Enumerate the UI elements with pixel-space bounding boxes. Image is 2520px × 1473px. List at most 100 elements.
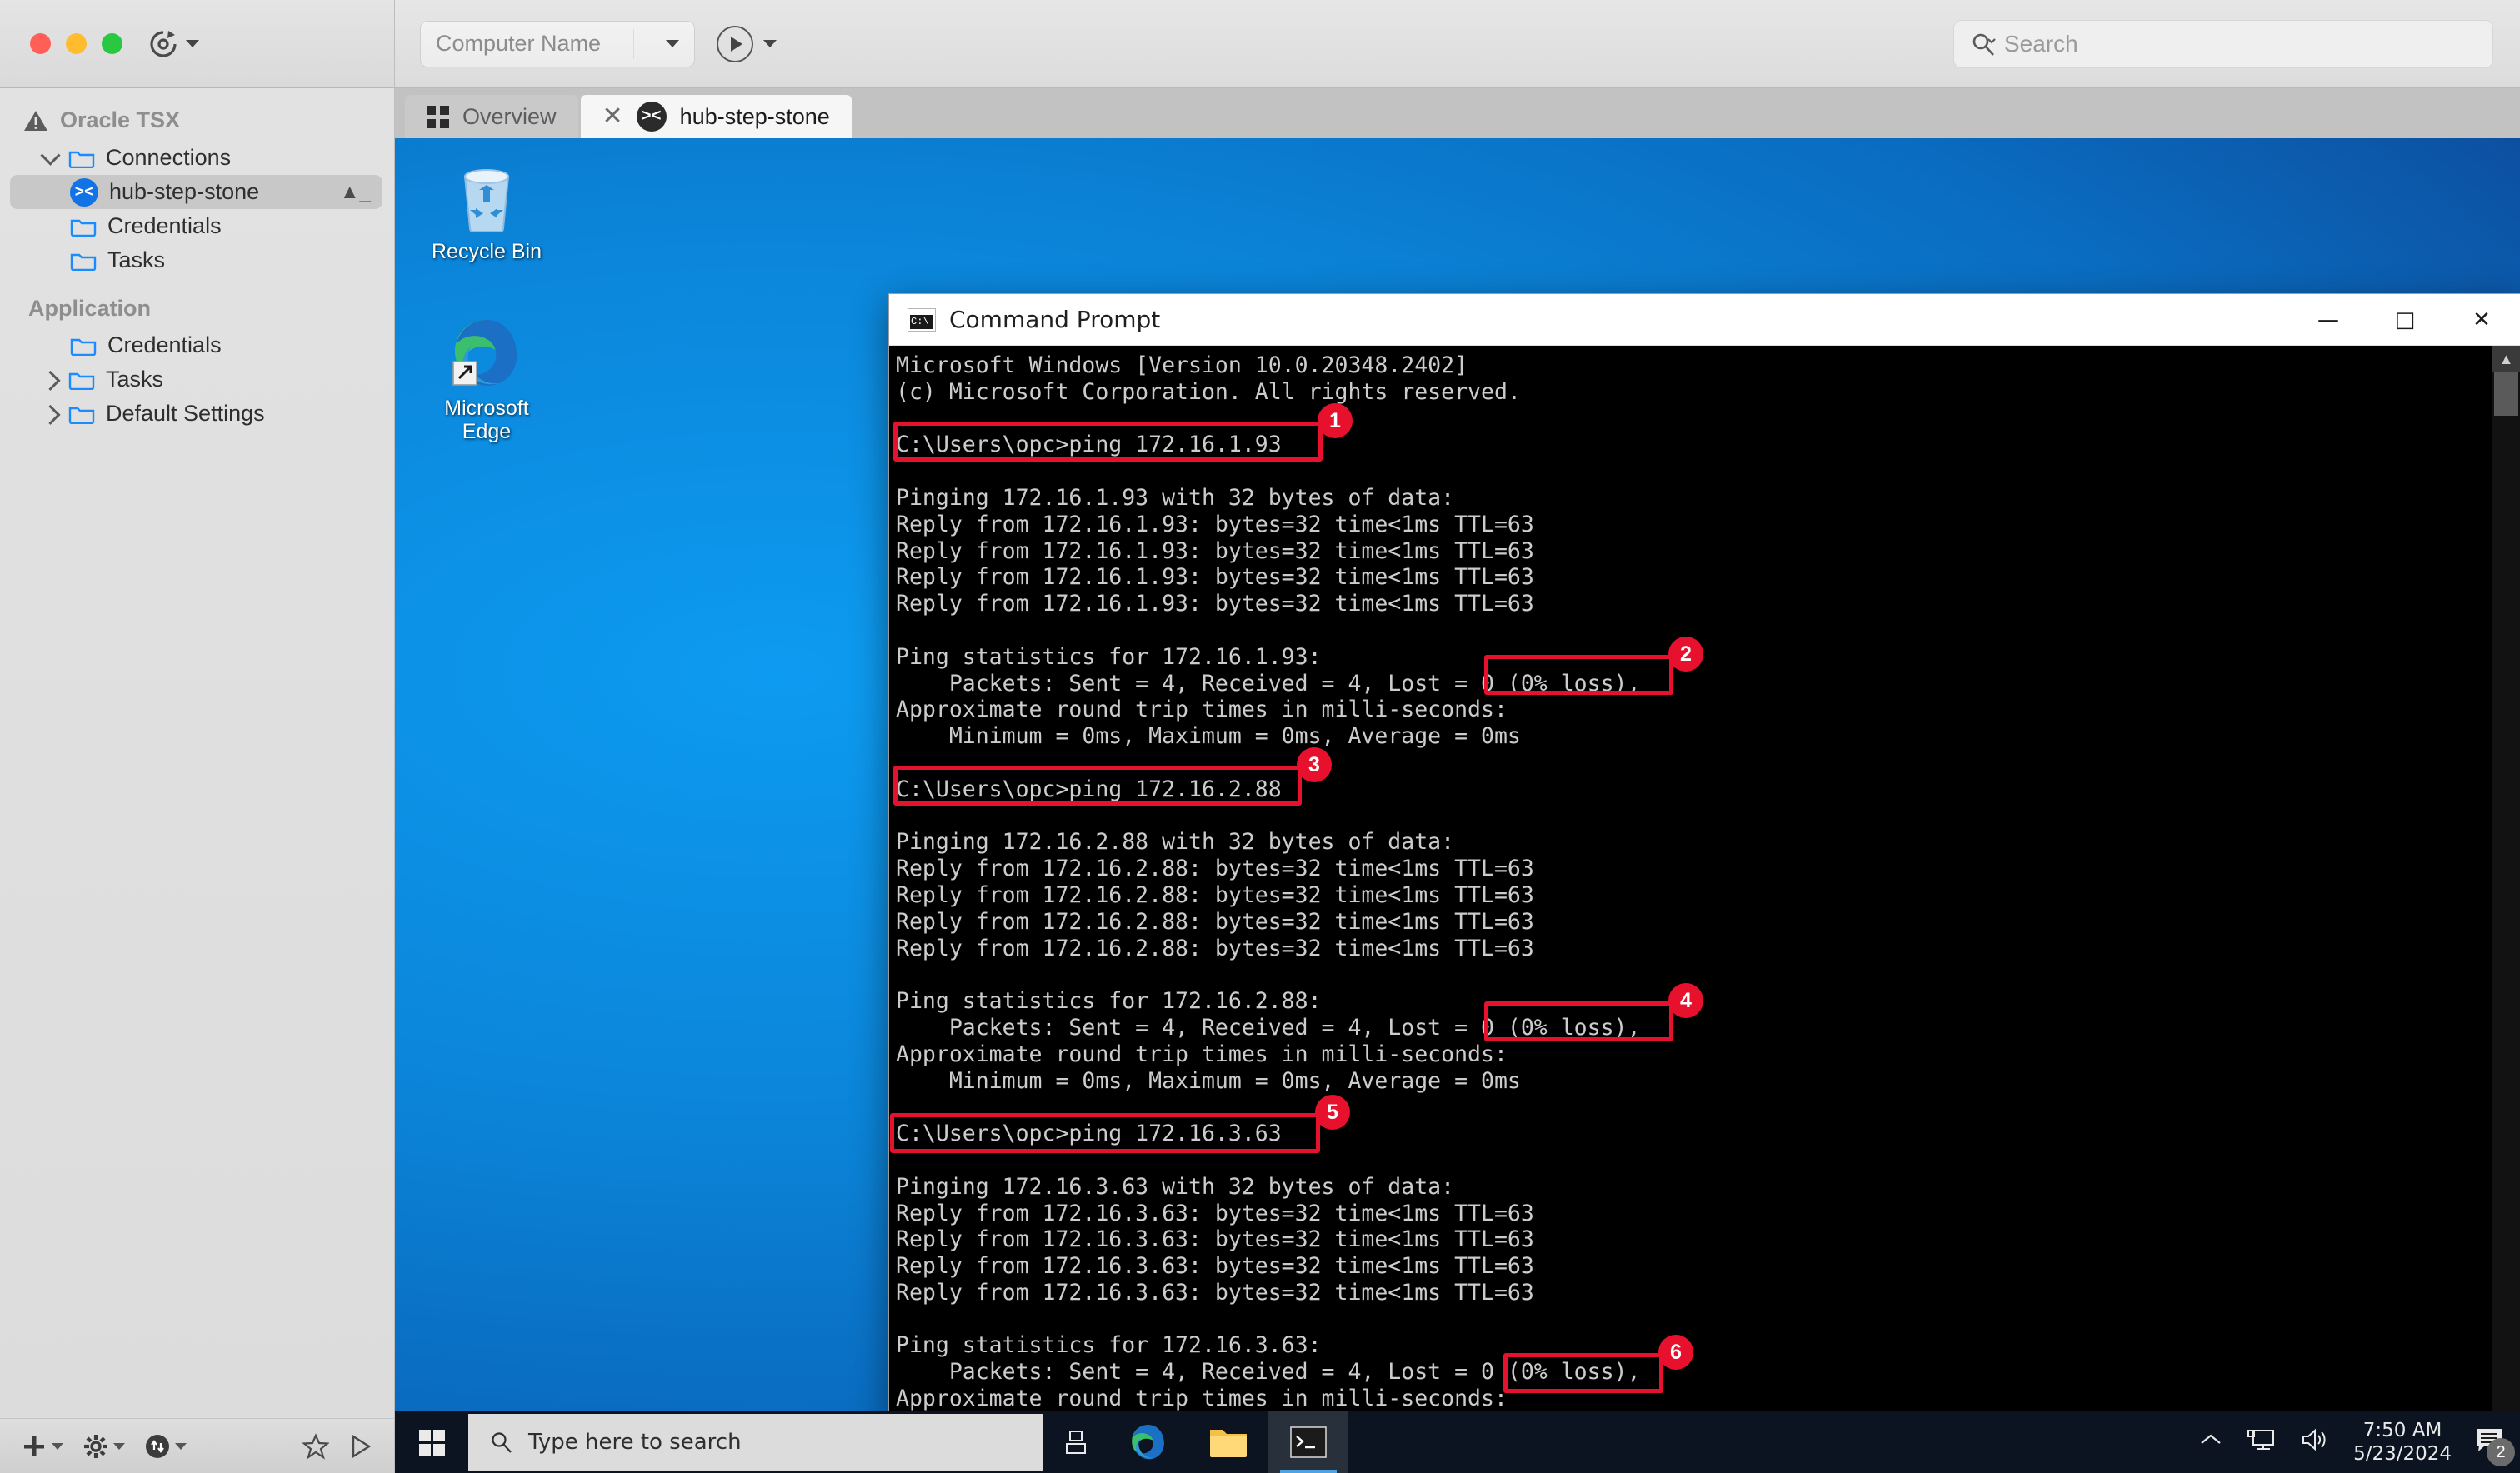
window-controls: — □ ✕ bbox=[2290, 294, 2520, 345]
sidebar-item-label: Tasks bbox=[106, 367, 163, 392]
file-explorer-icon bbox=[1208, 1425, 1248, 1460]
terminal-line: Minimum = 0ms, Maximum = 0ms, Average = … bbox=[892, 1068, 2492, 1095]
volume-button[interactable] bbox=[2300, 1427, 2330, 1457]
search-input[interactable]: Search bbox=[1953, 20, 2493, 68]
warning-triangle-icon bbox=[23, 110, 48, 132]
chevron-right-icon bbox=[40, 371, 60, 391]
maximize-button[interactable]: □ bbox=[2367, 294, 2443, 345]
notification-count-badge: 2 bbox=[2487, 1438, 2515, 1466]
terminal-line bbox=[892, 406, 2492, 432]
task-view-button[interactable] bbox=[1043, 1430, 1108, 1455]
sidebar-item-app-tasks[interactable]: Tasks bbox=[0, 362, 394, 397]
maximize-window-button[interactable] bbox=[102, 33, 122, 54]
show-hidden-icons-button[interactable] bbox=[2198, 1431, 2223, 1453]
volume-icon bbox=[2300, 1427, 2330, 1452]
terminal-line bbox=[892, 1306, 2492, 1333]
sync-button[interactable] bbox=[145, 1434, 187, 1459]
network-status-button[interactable] bbox=[2247, 1427, 2277, 1457]
sidebar-item-app-credentials[interactable]: Credentials bbox=[0, 328, 394, 362]
taskbar-app-command-prompt[interactable] bbox=[1268, 1411, 1348, 1473]
taskbar-app-file-explorer[interactable] bbox=[1188, 1411, 1268, 1473]
favorite-button[interactable] bbox=[302, 1433, 329, 1460]
sidebar-item-label: Tasks bbox=[108, 247, 165, 273]
close-button[interactable]: ✕ bbox=[2443, 294, 2520, 345]
clock-time: 7:50 AM bbox=[2353, 1419, 2452, 1442]
remote-desktop-app-window: Computer Name Search bbox=[0, 0, 2520, 1473]
terminal-line: Reply from 172.16.3.63: bytes=32 time<1m… bbox=[892, 1226, 2492, 1253]
search-placeholder: Search bbox=[2004, 31, 2078, 57]
sidebar-bottom-toolbar bbox=[0, 1418, 394, 1473]
app-titlebar: Computer Name Search bbox=[0, 0, 2520, 88]
terminal-line: Packets: Sent = 4, Received = 4, Lost = … bbox=[892, 1359, 2492, 1386]
terminal-scrollbar[interactable]: ▲ ▼ bbox=[2492, 346, 2520, 1473]
tab-hub-step-stone[interactable]: ✕ >< hub-step-stone bbox=[581, 95, 852, 138]
app-body: Oracle TSX Connections >< hub-step-stone… bbox=[0, 88, 2520, 1473]
remote-windows-desktop[interactable]: Recycle Bin Microsoft Edge More Capture … bbox=[395, 138, 2520, 1473]
minimize-window-button[interactable] bbox=[66, 33, 87, 54]
tab-overview[interactable]: Overview bbox=[405, 95, 578, 138]
sidebar-header: Oracle TSX bbox=[0, 100, 394, 141]
scroll-up-arrow[interactable]: ▲ bbox=[2492, 346, 2520, 372]
sidebar-item-credentials[interactable]: Credentials bbox=[0, 209, 394, 243]
play-icon bbox=[349, 1434, 372, 1459]
sidebar-item-tasks[interactable]: Tasks bbox=[0, 243, 394, 277]
start-button[interactable] bbox=[395, 1411, 468, 1473]
eject-icon[interactable]: ▲_ bbox=[340, 181, 371, 204]
sidebar-item-label: hub-step-stone bbox=[109, 179, 259, 205]
xterm-icon: >< bbox=[70, 178, 98, 207]
gear-icon bbox=[83, 1434, 108, 1459]
terminal-line: Reply from 172.16.1.93: bytes=32 time<1m… bbox=[892, 538, 2492, 565]
taskbar-search-input[interactable]: Type here to search bbox=[468, 1414, 1043, 1471]
desktop-icon-edge[interactable]: Microsoft Edge bbox=[420, 315, 553, 443]
taskbar-search-placeholder: Type here to search bbox=[528, 1430, 742, 1455]
windows-taskbar: Type here to search bbox=[395, 1411, 2520, 1473]
content-area: Overview ✕ >< hub-step-stone bbox=[395, 88, 2520, 1473]
sidebar-item-hub-step-stone[interactable]: >< hub-step-stone ▲_ bbox=[10, 175, 382, 209]
settings-button[interactable] bbox=[83, 1434, 125, 1459]
notification-center-button[interactable]: 2 bbox=[2475, 1426, 2505, 1458]
connect-button[interactable] bbox=[717, 26, 777, 62]
run-button[interactable] bbox=[349, 1434, 372, 1459]
sidebar: Oracle TSX Connections >< hub-step-stone… bbox=[0, 88, 395, 1473]
command-prompt-window[interactable]: Command Prompt — □ ✕ Microsoft Windows [… bbox=[888, 293, 2520, 1473]
chevron-down-icon bbox=[763, 40, 777, 47]
scrollbar-thumb[interactable] bbox=[2494, 372, 2518, 416]
close-window-button[interactable] bbox=[30, 33, 51, 54]
desktop-icon-recycle-bin[interactable]: Recycle Bin bbox=[420, 158, 553, 263]
window-title: Command Prompt bbox=[949, 306, 1160, 333]
play-icon bbox=[717, 26, 753, 62]
terminal-line: Reply from 172.16.2.88: bytes=32 time<1m… bbox=[892, 856, 2492, 882]
add-connection-button[interactable] bbox=[22, 1434, 63, 1459]
star-icon bbox=[302, 1433, 329, 1460]
annotation-number-5: 5 bbox=[1315, 1095, 1350, 1130]
tab-bar: Overview ✕ >< hub-step-stone bbox=[395, 88, 2520, 138]
folder-icon bbox=[68, 147, 95, 168]
terminal-line: Reply from 172.16.2.88: bytes=32 time<1m… bbox=[892, 882, 2492, 909]
sidebar-item-label: Connections bbox=[106, 145, 231, 171]
terminal-line: Reply from 172.16.1.93: bytes=32 time<1m… bbox=[892, 591, 2492, 617]
terminal-line: C:\Users\opc>ping 172.16.1.93 bbox=[892, 432, 2492, 458]
plus-icon bbox=[22, 1434, 47, 1459]
window-traffic-lights bbox=[30, 33, 122, 54]
search-icon bbox=[490, 1431, 513, 1454]
terminal-line bbox=[892, 1147, 2492, 1174]
scrollbar-track[interactable] bbox=[2492, 372, 2520, 1473]
reconnect-button[interactable] bbox=[148, 28, 199, 60]
terminal-line: Pinging 172.16.3.63 with 32 bytes of dat… bbox=[892, 1174, 2492, 1201]
terminal-line: C:\Users\opc>ping 172.16.2.88 bbox=[892, 776, 2492, 803]
minimize-button[interactable]: — bbox=[2290, 294, 2367, 345]
taskbar-app-edge[interactable] bbox=[1108, 1411, 1188, 1473]
terminal-line: Microsoft Windows [Version 10.0.20348.24… bbox=[892, 352, 2492, 379]
windows-logo-icon bbox=[419, 1430, 445, 1456]
sidebar-group-application: Application bbox=[0, 277, 394, 328]
computer-name-input[interactable]: Computer Name bbox=[420, 21, 695, 67]
terminal-output[interactable]: Microsoft Windows [Version 10.0.20348.24… bbox=[889, 346, 2492, 1473]
grid-icon bbox=[427, 106, 449, 128]
folder-icon bbox=[70, 250, 97, 271]
clock[interactable]: 7:50 AM 5/23/2024 bbox=[2353, 1419, 2452, 1466]
close-icon[interactable]: ✕ bbox=[602, 104, 623, 129]
terminal-line: Approximate round trip times in milli-se… bbox=[892, 1041, 2492, 1068]
titlebar-left-section bbox=[0, 0, 395, 87]
sidebar-item-connections[interactable]: Connections bbox=[0, 141, 394, 175]
sidebar-item-default-settings[interactable]: Default Settings bbox=[0, 397, 394, 431]
